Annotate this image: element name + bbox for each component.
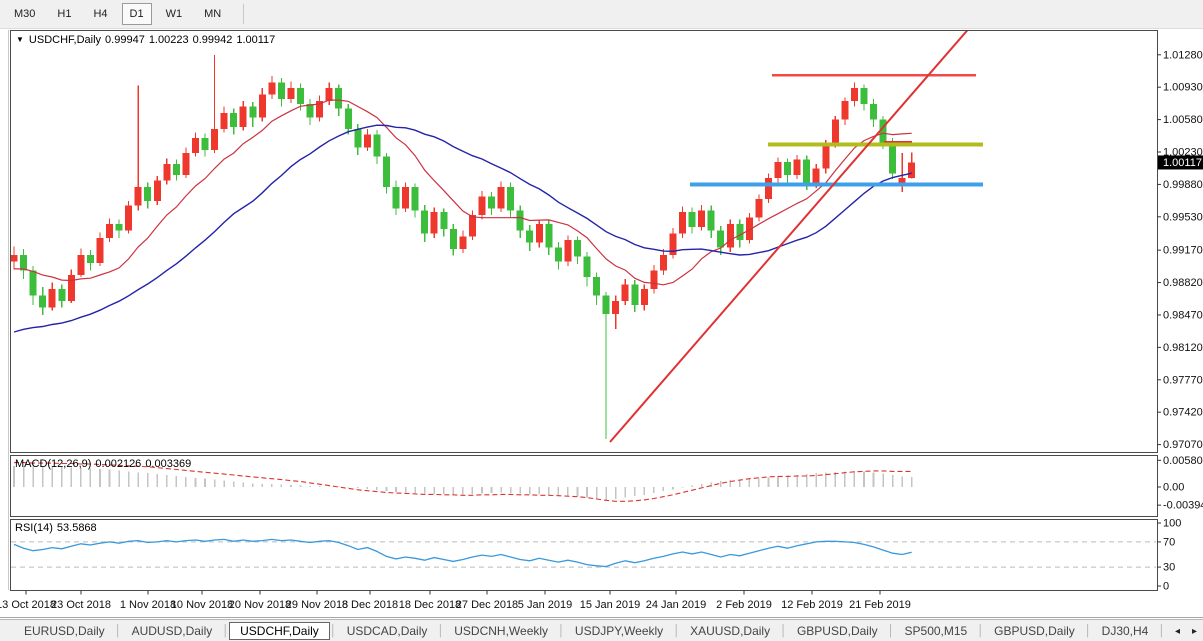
rsi-label: RSI(14) <box>15 522 53 534</box>
svg-text:0.98470: 0.98470 <box>1163 309 1203 321</box>
svg-text:1.00117: 1.00117 <box>1163 157 1202 169</box>
svg-text:1.00930: 1.00930 <box>1163 82 1203 94</box>
tab-divider: │ <box>887 625 895 637</box>
svg-text:0.98820: 0.98820 <box>1163 277 1203 289</box>
tab-audusd-daily[interactable]: AUDUSD,Daily <box>122 622 223 640</box>
chart-canvas[interactable]: 1.012801.009301.005801.002300.998800.995… <box>0 0 1203 641</box>
chart-title: ▼ USDCHF,Daily 0.99947 1.00223 0.99942 1.0011… <box>16 34 279 46</box>
tab-divider: │ <box>780 625 787 637</box>
svg-text:27 Dec 2018: 27 Dec 2018 <box>456 599 518 611</box>
tab-usdchf-daily[interactable]: USDCHF,Daily <box>229 622 330 640</box>
svg-text:100: 100 <box>1163 518 1181 530</box>
tab-gbpusd-daily[interactable]: GBPUSD,Daily <box>787 622 888 640</box>
svg-text:18 Dec 2018: 18 Dec 2018 <box>399 599 461 611</box>
macd-value-1: 0.002126 <box>95 458 142 470</box>
svg-text:29 Nov 2018: 29 Nov 2018 <box>286 599 348 611</box>
tab-eurusd-daily[interactable]: EURUSD,Daily <box>14 622 115 640</box>
tab-divider: │ <box>114 625 122 637</box>
chart-symbol-label: USDCHF,Daily <box>28 34 102 46</box>
svg-text:0.99530: 0.99530 <box>1163 211 1203 223</box>
svg-text:30: 30 <box>1163 562 1175 574</box>
svg-text:2 Feb 2019: 2 Feb 2019 <box>716 599 772 611</box>
tab-usdcnh-weekly[interactable]: USDCNH,Weekly <box>444 622 558 640</box>
svg-text:0.97420: 0.97420 <box>1163 407 1203 419</box>
svg-text:23 Oct 2018: 23 Oct 2018 <box>51 599 111 611</box>
tab-divider: │ <box>437 625 445 637</box>
svg-text:15 Jan 2019: 15 Jan 2019 <box>580 599 641 611</box>
svg-text:70: 70 <box>1163 536 1175 548</box>
svg-text:1 Nov 2018: 1 Nov 2018 <box>120 599 176 611</box>
svg-text:10 Nov 2018: 10 Nov 2018 <box>171 599 233 611</box>
tabs-scroll-left-icon[interactable]: ◂ <box>1175 626 1180 637</box>
tab-divider: │ <box>222 625 230 637</box>
tab-divider: │ <box>673 625 681 637</box>
chart-close-value: 1.00117 <box>236 34 276 46</box>
svg-text:0.99170: 0.99170 <box>1163 245 1203 257</box>
tab-dj30-h4[interactable]: DJ30,H4 <box>1092 622 1159 640</box>
svg-text:20 Nov 2018: 20 Nov 2018 <box>229 599 291 611</box>
tab-usdcad-daily[interactable]: USDCAD,Daily <box>337 622 438 640</box>
svg-text:24 Jan 2019: 24 Jan 2019 <box>646 599 707 611</box>
svg-text:0.97770: 0.97770 <box>1163 374 1203 386</box>
svg-text:0: 0 <box>1163 581 1169 593</box>
tab-scroll-arrows: ◂ ▸ <box>1166 620 1197 641</box>
chart-open-value: 0.99947 <box>105 34 145 46</box>
svg-text:1.01280: 1.01280 <box>1163 49 1203 61</box>
svg-text:5 Jan 2019: 5 Jan 2019 <box>518 599 572 611</box>
svg-text:-0.003945: -0.003945 <box>1163 500 1203 512</box>
rsi-value: 53.5868 <box>56 522 97 534</box>
tab-divider: │ <box>558 625 565 637</box>
tab-divider: │ <box>1158 625 1164 637</box>
tab-sp500-m15[interactable]: SP500,M15 <box>895 622 978 640</box>
chart-dropdown-icon[interactable]: ▼ <box>16 35 24 44</box>
macd-indicator-label: MACD(12,26,9) 0.002126 0.003369 <box>15 458 195 470</box>
tab-xauusd-daily[interactable]: XAUUSD,Daily <box>680 622 780 640</box>
macd-label: MACD(12,26,9) <box>15 458 92 470</box>
svg-text:12 Feb 2019: 12 Feb 2019 <box>781 599 843 611</box>
tab-gbpusd-daily[interactable]: GBPUSD,Daily <box>984 622 1085 640</box>
svg-text:0.99880: 0.99880 <box>1163 179 1203 191</box>
svg-text:1.00580: 1.00580 <box>1163 114 1203 126</box>
chart-tabs: EURUSD,Daily │ AUDUSD,Daily │ USDCHF,Daily │ U… <box>0 622 1164 640</box>
tab-divider: │ <box>329 625 337 637</box>
svg-text:0.97070: 0.97070 <box>1163 439 1203 451</box>
chart-low-value: 0.99942 <box>192 34 233 46</box>
svg-text:21 Feb 2019: 21 Feb 2019 <box>849 599 911 611</box>
svg-text:0.005802: 0.005802 <box>1163 455 1203 467</box>
macd-value-2: 0.003369 <box>145 458 192 470</box>
tab-divider: │ <box>1084 625 1092 637</box>
svg-text:0.98120: 0.98120 <box>1163 342 1203 354</box>
chart-high-value: 1.00223 <box>148 34 189 46</box>
rsi-indicator-label: RSI(14) 53.5868 <box>15 522 101 534</box>
svg-text:8 Dec 2018: 8 Dec 2018 <box>342 599 398 611</box>
tab-usdjpy-weekly[interactable]: USDJPY,Weekly <box>565 622 673 640</box>
chart-background <box>0 29 1203 618</box>
svg-text:13 Oct 2018: 13 Oct 2018 <box>0 599 56 611</box>
chart-tab-bar: EURUSD,Daily │ AUDUSD,Daily │ USDCHF,Daily │ U… <box>0 619 1203 641</box>
tabs-scroll-right-icon[interactable]: ▸ <box>1192 626 1197 637</box>
trading-terminal-window: M30 H1 H4 D1 W1 MN 1.01280 1.00930 1.00580 1.002… <box>0 0 1203 641</box>
tab-divider: │ <box>977 625 985 637</box>
svg-text:0.00: 0.00 <box>1163 482 1184 494</box>
